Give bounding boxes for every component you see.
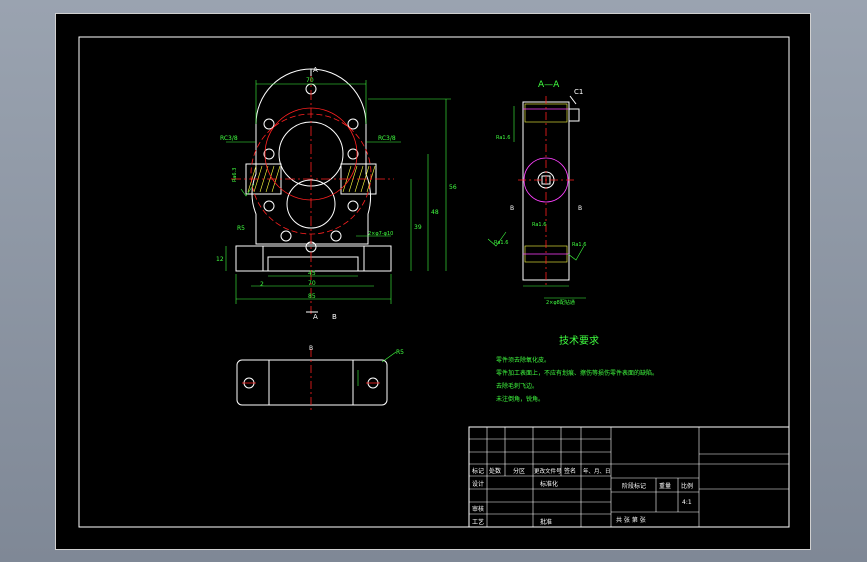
tb-scale: 比例 bbox=[681, 482, 693, 490]
tb-header-count: 处数 bbox=[489, 467, 501, 475]
bottom-view-r: R5 bbox=[396, 349, 404, 356]
dim-left-12: 12 bbox=[216, 256, 224, 263]
section-view-title: A—A bbox=[538, 80, 560, 90]
bottom-view: B R5 bbox=[236, 345, 404, 412]
dim-bottom-70: 70 bbox=[308, 280, 316, 287]
hole-depth-note: 2×φ8配钻通 bbox=[546, 299, 575, 306]
tech-req-line: 去除毛刺飞边。 bbox=[496, 382, 538, 390]
section-label-a-top: A bbox=[313, 66, 318, 74]
technical-requirements: 技术要求 零件须去除氧化皮。 零件加工表面上，不应有划痕、擦伤等损伤零件表面的缺… bbox=[496, 334, 658, 403]
tb-design: 设计 bbox=[472, 480, 484, 488]
side-label-b1: B bbox=[510, 205, 514, 212]
tb-review: 审核 bbox=[472, 505, 484, 513]
tb-header-date: 年、月、日 bbox=[583, 467, 611, 475]
tb-stage-mark: 阶段标记 bbox=[622, 482, 646, 490]
tech-req-title: 技术要求 bbox=[559, 334, 599, 347]
tech-req-line: 未注倒角，锐角。 bbox=[496, 395, 544, 403]
side-label-b2: B bbox=[578, 205, 582, 212]
tb-header-mark: 标记 bbox=[472, 467, 484, 475]
drawing-canvas[interactable]: A A B 70 RC3/8 RC3/8 56 48 39 45 70 85 1… bbox=[56, 14, 812, 551]
tb-process: 工艺 bbox=[472, 518, 484, 526]
dim-thread-right: RC3/8 bbox=[378, 135, 396, 142]
chamfer-label: C1 bbox=[574, 88, 583, 96]
tech-req-line: 零件加工表面上，不应有划痕、擦伤等损伤零件表面的缺陷。 bbox=[496, 369, 658, 377]
drawing-viewport[interactable]: A A B 70 RC3/8 RC3/8 56 48 39 45 70 85 1… bbox=[55, 13, 811, 550]
dim-height-right-1: 48 bbox=[431, 209, 439, 216]
roughness-b: Ra1.6 bbox=[494, 240, 508, 246]
dim-height-right-3: 39 bbox=[414, 224, 422, 231]
dim-thread-left: RC3/8 bbox=[220, 135, 238, 142]
roughness-a: Ra1.6 bbox=[496, 135, 510, 141]
tb-approve: 批准 bbox=[540, 518, 552, 526]
tb-header-change-doc: 更改文件号 bbox=[534, 467, 562, 475]
tech-req-line: 零件须去除氧化皮。 bbox=[496, 356, 550, 364]
bottom-view-b: B bbox=[309, 345, 313, 352]
dim-height-right-2: 56 bbox=[449, 184, 457, 191]
tb-scale-value: 4:1 bbox=[682, 499, 692, 506]
dim-top-width: 70 bbox=[306, 77, 314, 84]
title-block: 标记 处数 分区 更改文件号 签名 年、月、日 设计 标准化 阶段标记 重量 比… bbox=[468, 426, 790, 528]
roughness-left: Ra6.3 bbox=[232, 168, 238, 182]
roughness-c: Ra1.6 bbox=[572, 242, 586, 248]
section-a-a-view: A—A C1 Ra1.6 Ra1.6 Ra1.6 Ra1.6 B B 2×φ8配… bbox=[487, 80, 586, 306]
section-label-a-bottom: A bbox=[313, 313, 318, 321]
cad-application-window: A A B 70 RC3/8 RC3/8 56 48 39 45 70 85 1… bbox=[0, 0, 867, 562]
tb-sheet-text: 共 张 第 张 bbox=[616, 516, 646, 524]
tb-header-zone: 分区 bbox=[513, 467, 525, 475]
dim-bottom-85: 85 bbox=[308, 293, 316, 300]
dim-r-left: R5 bbox=[237, 225, 245, 232]
tb-header-sign: 签名 bbox=[564, 467, 576, 475]
sheet-border bbox=[78, 36, 790, 528]
dim-bottom-45: 45 bbox=[308, 270, 316, 277]
roughness-d: Ra1.6 bbox=[532, 222, 546, 228]
dim-left-2: 2 bbox=[260, 281, 264, 288]
tb-standard: 标准化 bbox=[540, 480, 558, 488]
tb-weight: 重量 bbox=[659, 482, 671, 490]
section-label-b-bottom: B bbox=[332, 313, 337, 321]
